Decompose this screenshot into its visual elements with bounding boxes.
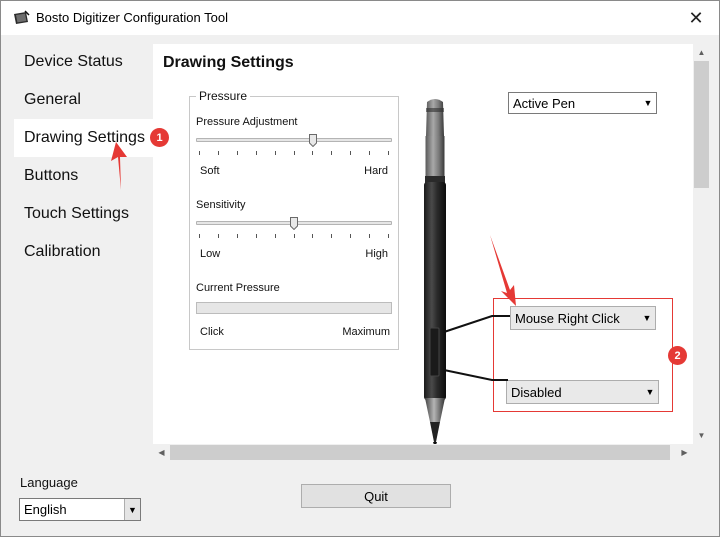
pen-illustration <box>424 99 446 448</box>
slider-tick <box>331 234 332 238</box>
window-title: Bosto Digitizer Configuration Tool <box>36 10 228 25</box>
title-bar: Bosto Digitizer Configuration Tool ✕ <box>1 1 719 35</box>
annotation-badge-1: 1 <box>150 128 169 147</box>
sidebar-item-buttons[interactable]: Buttons <box>14 157 153 195</box>
tablet-pen-icon <box>14 10 30 24</box>
slider-tick <box>294 151 295 155</box>
pressure-group-legend: Pressure <box>196 89 251 103</box>
chevron-down-icon: ▼ <box>124 499 140 520</box>
current-pressure-label: Current Pressure <box>196 282 280 294</box>
language-select[interactable]: English ▼ <box>19 498 141 521</box>
slider-tick <box>237 151 238 155</box>
hard-label: Hard <box>364 165 388 177</box>
scroll-corner <box>693 444 710 461</box>
annotation-highlight-box <box>493 298 673 412</box>
slider-tick <box>312 234 313 238</box>
click-label: Click <box>200 326 224 338</box>
close-icon: ✕ <box>688 7 704 28</box>
slider-tick <box>369 234 370 238</box>
slider-tick <box>237 234 238 238</box>
sidebar-item-touch-settings[interactable]: Touch Settings <box>14 195 153 233</box>
sidebar-item-label: Buttons <box>24 167 79 184</box>
slider-tick <box>199 234 200 238</box>
slider-tick <box>388 151 389 155</box>
slider-tick <box>331 151 332 155</box>
language-label: Language <box>20 475 78 490</box>
slider-tick <box>199 151 200 155</box>
sidebar-item-calibration[interactable]: Calibration <box>14 233 153 271</box>
scroll-up-icon[interactable]: ▲ <box>693 44 710 61</box>
app-window: Bosto Digitizer Configuration Tool ✕ Dev… <box>0 0 720 537</box>
slider-tick <box>256 151 257 155</box>
slider-tick <box>275 151 276 155</box>
pressure-adjustment-label: Pressure Adjustment <box>196 116 298 128</box>
sidebar-item-general[interactable]: General <box>14 81 153 119</box>
sidebar-item-label: General <box>24 91 81 108</box>
scroll-down-icon[interactable]: ▼ <box>693 427 710 444</box>
sensitivity-label: Sensitivity <box>196 199 246 211</box>
vertical-scrollbar[interactable]: ▲ ▼ <box>693 44 710 444</box>
sensitivity-ticks <box>199 234 389 238</box>
pen-mode-select[interactable]: Active Pen ▼ <box>508 92 657 114</box>
sidebar-item-drawing-settings[interactable]: Drawing Settings <box>14 119 153 157</box>
slider-tick <box>294 234 295 238</box>
sidebar-item-label: Drawing Settings <box>24 129 145 146</box>
high-label: High <box>365 248 388 260</box>
horizontal-scroll-thumb[interactable] <box>170 445 670 460</box>
chevron-down-icon: ▼ <box>643 98 653 108</box>
low-label: Low <box>200 248 221 260</box>
slider-tick <box>218 234 219 238</box>
vertical-scroll-thumb[interactable] <box>694 61 709 188</box>
slider-tick <box>350 151 351 155</box>
scroll-left-icon[interactable]: ◀ <box>153 444 170 461</box>
slider-tick <box>218 151 219 155</box>
slider-tick <box>350 234 351 238</box>
sidebar-item-device-status[interactable]: Device Status <box>14 43 153 81</box>
pressure-adjustment-ticks <box>199 151 389 155</box>
slider-tick <box>256 234 257 238</box>
sensitivity-slider-thumb[interactable] <box>290 217 298 230</box>
pressure-adjustment-slider-thumb[interactable] <box>309 134 317 147</box>
horizontal-scrollbar[interactable]: ◀ ▶ <box>153 444 693 461</box>
pressure-adjustment-slider[interactable] <box>196 138 392 142</box>
slider-tick <box>312 151 313 155</box>
slider-tick <box>275 234 276 238</box>
slider-tick <box>369 151 370 155</box>
language-value: English <box>24 502 67 517</box>
pressure-groupbox: Pressure Pressure Adjustment Soft Hard S… <box>189 89 399 350</box>
quit-button[interactable]: Quit <box>301 484 451 508</box>
pen-mode-value: Active Pen <box>513 95 576 111</box>
sidebar-item-label: Device Status <box>24 53 123 70</box>
sidebar-item-label: Touch Settings <box>24 205 129 222</box>
close-button[interactable]: ✕ <box>673 1 719 35</box>
scroll-right-icon[interactable]: ▶ <box>676 444 693 461</box>
maximum-label: Maximum <box>342 326 390 338</box>
page-title: Drawing Settings <box>163 54 294 71</box>
annotation-badge-2: 2 <box>668 346 687 365</box>
sidebar-nav: Device Status General Drawing Settings B… <box>1 35 153 455</box>
sidebar-item-label: Calibration <box>24 243 101 260</box>
current-pressure-bar <box>196 302 392 314</box>
slider-tick <box>388 234 389 238</box>
soft-label: Soft <box>200 165 220 177</box>
